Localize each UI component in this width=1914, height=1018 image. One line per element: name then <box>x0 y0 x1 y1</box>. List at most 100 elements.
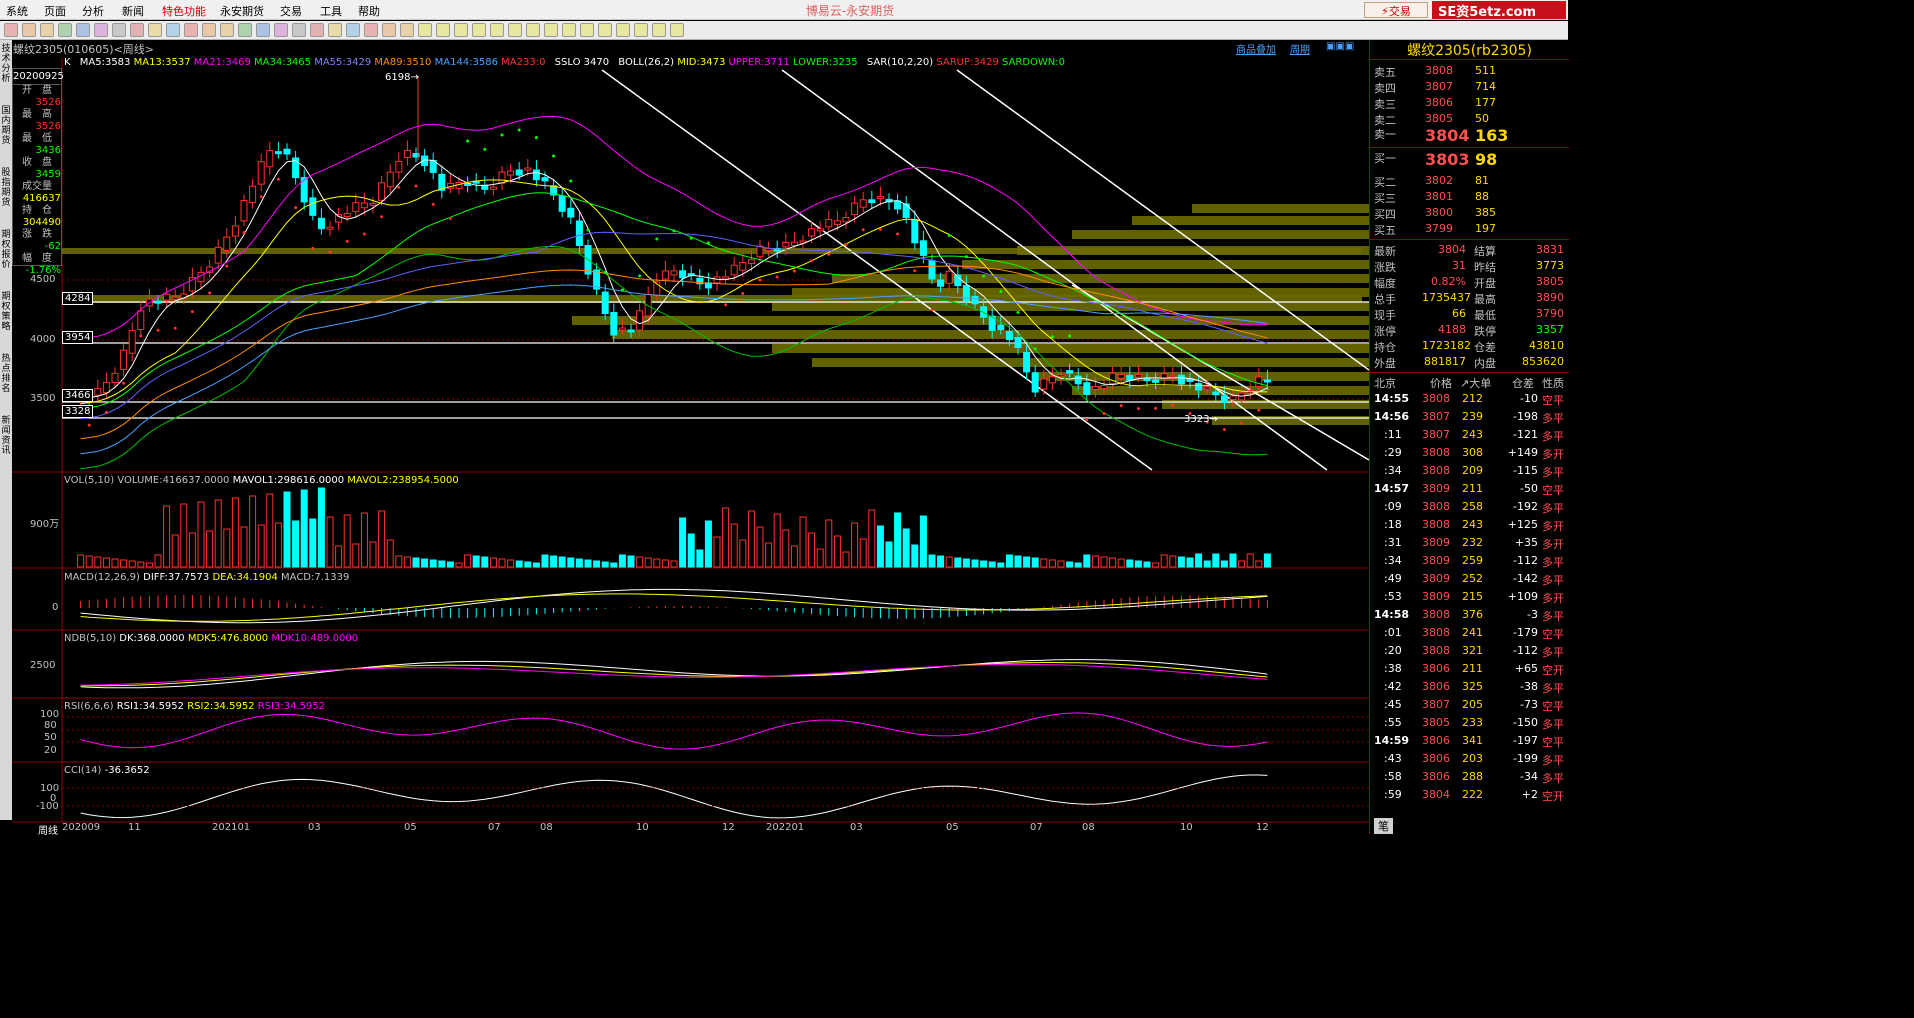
toolbar-button-icon[interactable] <box>418 23 432 37</box>
tick-header-price: 价格 <box>1430 377 1452 390</box>
toolbar-button-icon[interactable] <box>328 23 342 37</box>
toolbar-button-icon[interactable] <box>436 23 450 37</box>
toolbar-button-icon[interactable] <box>670 23 684 37</box>
overlay-link[interactable]: 商品叠加 <box>1236 41 1276 56</box>
candle-body <box>240 200 248 222</box>
sardown-value: SARDOWN:0 <box>1002 57 1066 68</box>
menu-trade[interactable]: 交易 <box>280 3 302 19</box>
trade-button[interactable]: ⚡交易 <box>1364 2 1428 18</box>
ma13-value: MA13:3537 <box>133 57 191 68</box>
lightning-icon: ⚡ <box>1381 5 1389 18</box>
toolbar-button-icon[interactable] <box>634 23 648 37</box>
toolbar-button-icon[interactable] <box>40 23 54 37</box>
volume-bar <box>1255 560 1263 568</box>
left-tab-4[interactable]: 期权策略 <box>0 292 12 332</box>
tick-oi-change: -121 <box>1513 428 1538 441</box>
toolbar-button-icon[interactable] <box>598 23 612 37</box>
toolbar-button-icon[interactable] <box>364 23 378 37</box>
ask1-price: 3804 <box>1425 126 1470 145</box>
toolbar-button-icon[interactable] <box>526 23 540 37</box>
tick-oi-change: -115 <box>1513 464 1538 477</box>
menu-features[interactable]: 特色功能 <box>162 3 206 19</box>
volume-bar <box>739 539 747 568</box>
sslo-value: SSLO 3470 <box>554 57 610 68</box>
sar-dot <box>655 237 659 241</box>
kline-chart-svg[interactable] <box>12 40 1369 834</box>
toolbar-button-icon[interactable] <box>220 23 234 37</box>
menu-system[interactable]: 系统 <box>6 3 28 19</box>
quote-value: 3831 <box>1536 243 1564 256</box>
ask-label: 卖五 <box>1374 66 1396 79</box>
toolbar-button-icon[interactable] <box>580 23 594 37</box>
info-oi-label: 持 仓 <box>22 205 52 216</box>
candle-body <box>627 329 635 333</box>
candle-body <box>507 170 515 176</box>
menu-page[interactable]: 页面 <box>44 3 66 19</box>
tick-time: :11 <box>1384 428 1402 441</box>
toolbar-button-icon[interactable] <box>130 23 144 37</box>
left-tab-1[interactable]: 国内期货 <box>0 106 12 146</box>
toolbar-button-icon[interactable] <box>148 23 162 37</box>
sar-dot <box>431 202 435 206</box>
toolbar-button-icon[interactable] <box>292 23 306 37</box>
left-tab-0[interactable]: 技术分析 <box>0 44 12 84</box>
menu-help[interactable]: 帮助 <box>358 3 380 19</box>
toolbar-button-icon[interactable] <box>112 23 126 37</box>
toolbar-button-icon[interactable] <box>562 23 576 37</box>
left-tab-5[interactable]: 热点排名 <box>0 354 12 394</box>
toolbar-button-icon[interactable] <box>454 23 468 37</box>
toolbar-button-icon[interactable] <box>346 23 360 37</box>
window-controls-icon[interactable]: ▣▣▣ <box>1326 41 1354 52</box>
toolbar-button-icon[interactable] <box>4 23 18 37</box>
toolbar-button-icon[interactable] <box>382 23 396 37</box>
volume-profile-bar <box>1162 400 1369 409</box>
tick-time: :29 <box>1384 446 1402 459</box>
toolbar-button-icon[interactable] <box>652 23 666 37</box>
toolbar-button-icon[interactable] <box>22 23 36 37</box>
menu-analysis[interactable]: 分析 <box>82 3 104 19</box>
toolbar-button-icon[interactable] <box>166 23 180 37</box>
brand-logo: SE资5etz.com <box>1432 1 1566 20</box>
toolbar-button-icon[interactable] <box>472 23 486 37</box>
toolbar-button-icon[interactable] <box>616 23 630 37</box>
chart-area[interactable] <box>12 40 1369 834</box>
volume-bar <box>180 503 188 568</box>
toolbar-button-icon[interactable] <box>238 23 252 37</box>
left-tab-3[interactable]: 期权报价 <box>0 230 12 270</box>
toolbar-button-icon[interactable] <box>184 23 198 37</box>
menu-yongan[interactable]: 永安期货 <box>220 3 264 19</box>
left-tab-6[interactable]: 新闻资讯 <box>0 416 12 456</box>
period-link[interactable]: 周期 <box>1290 41 1310 56</box>
tick-oi-change: -38 <box>1520 680 1538 693</box>
menu-tools[interactable]: 工具 <box>320 3 342 19</box>
toolbar-button-icon[interactable] <box>58 23 72 37</box>
toolbar-button-icon[interactable] <box>256 23 270 37</box>
left-tab-2[interactable]: 股指期货 <box>0 168 12 208</box>
volume-bar <box>412 557 420 568</box>
toolbar-button-icon[interactable] <box>76 23 90 37</box>
tick-tab[interactable]: 笔 <box>1374 818 1393 834</box>
quote-label: 现手 <box>1374 309 1396 322</box>
ask-row: 卖五 3808 511 <box>1370 64 1569 80</box>
toolbar-button-icon[interactable] <box>508 23 522 37</box>
tick-price: 3806 <box>1422 752 1450 765</box>
toolbar-button-icon[interactable] <box>94 23 108 37</box>
sar-dot <box>861 228 865 232</box>
toolbar-button-icon[interactable] <box>274 23 288 37</box>
toolbar-button-icon[interactable] <box>490 23 504 37</box>
tick-time: 14:57 <box>1374 482 1410 495</box>
menu-news[interactable]: 新闻 <box>122 3 144 19</box>
tick-nature: 多开 <box>1542 538 1564 551</box>
ask-price: 3808 <box>1425 64 1453 77</box>
toolbar-button-icon[interactable] <box>544 23 558 37</box>
sar-dot <box>913 269 917 273</box>
quote-label: 开盘 <box>1474 277 1496 290</box>
quote-row: 幅度 0.82% 开盘 3805 <box>1370 275 1569 291</box>
toolbar-button-icon[interactable] <box>310 23 324 37</box>
candle-body <box>928 259 936 280</box>
toolbar-button-icon[interactable] <box>400 23 414 37</box>
bid-price: 3799 <box>1425 222 1453 235</box>
toolbar-button-icon[interactable] <box>202 23 216 37</box>
candle-body <box>1014 337 1022 348</box>
tick-nature: 多平 <box>1542 718 1564 731</box>
